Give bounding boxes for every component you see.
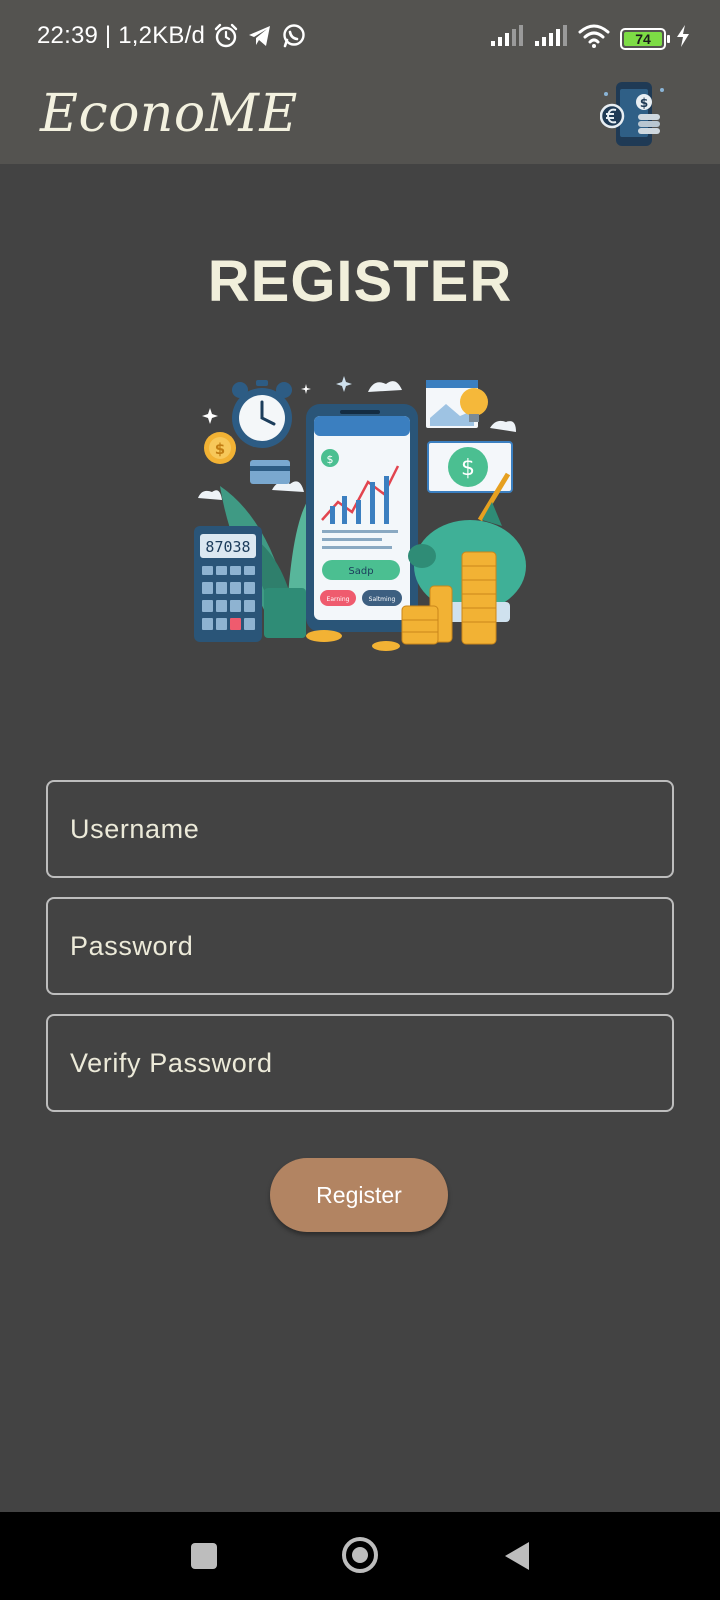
back-icon[interactable] <box>503 1540 531 1572</box>
svg-text:$: $ <box>215 440 225 458</box>
svg-text:$: $ <box>640 96 648 110</box>
username-field[interactable] <box>46 780 674 878</box>
whatsapp-icon <box>281 23 307 49</box>
phone-chip-left: Earning <box>327 596 350 603</box>
battery-icon: 74 <box>620 27 670 50</box>
register-button[interactable]: Register <box>270 1158 448 1232</box>
status-time: 22:39 | 1,2KB/d <box>37 22 206 49</box>
alarm-icon <box>213 23 239 49</box>
econome-logo-icon: $ <box>599 80 668 148</box>
recents-icon[interactable] <box>191 1543 217 1569</box>
signal-icon <box>490 25 524 52</box>
app-title: EconoME <box>40 84 298 144</box>
password-input[interactable] <box>70 899 672 993</box>
wifi-icon <box>578 24 610 53</box>
finance-illustration: $ 87038 $ Sadp Earning Saltming $ <box>190 370 530 670</box>
page-title: REGISTER <box>207 249 513 314</box>
username-input[interactable] <box>70 782 672 876</box>
password-field[interactable] <box>46 897 674 995</box>
register-screen: 22:39 | 1,2KB/d 74 EconoME $ REGISTER $ … <box>0 0 720 1600</box>
svg-text:$: $ <box>327 453 334 466</box>
phone-main-button: Sadp <box>348 566 373 577</box>
status-left: 22:39 | 1,2KB/d <box>37 22 307 50</box>
system-nav-bar <box>0 1512 720 1600</box>
svg-text:$: $ <box>461 456 475 481</box>
status-right: 74 <box>490 24 690 53</box>
telegram-icon <box>247 23 273 49</box>
status-bar: 22:39 | 1,2KB/d 74 <box>0 0 720 80</box>
battery-level: 74 <box>624 31 662 47</box>
charging-icon <box>676 25 690 52</box>
phone-chip-right: Saltming <box>369 596 396 603</box>
top-bar: 22:39 | 1,2KB/d 74 EconoME $ <box>0 0 720 164</box>
verify-password-input[interactable] <box>70 1016 672 1110</box>
home-icon[interactable] <box>341 1536 379 1574</box>
signal-icon <box>534 25 568 52</box>
verify-password-field[interactable] <box>46 1014 674 1112</box>
app-bar: EconoME $ <box>0 80 720 164</box>
calculator-display: 87038 <box>205 538 250 556</box>
